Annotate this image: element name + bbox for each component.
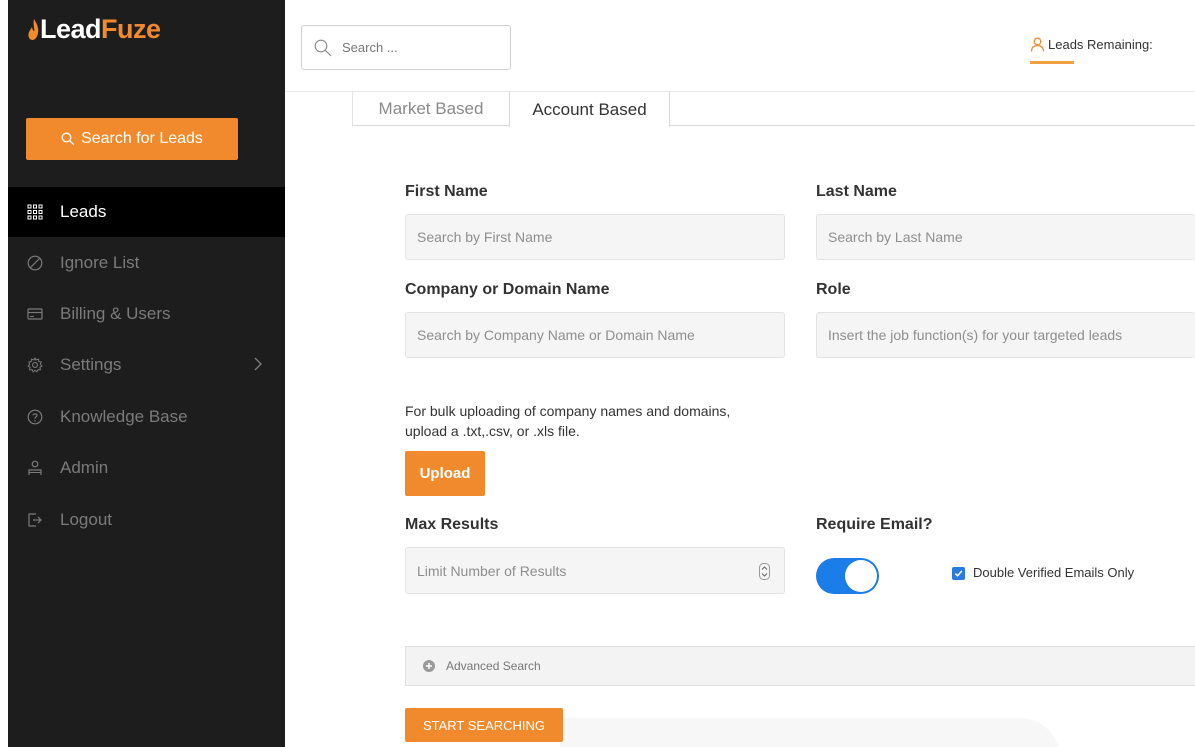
- background-panel: [560, 718, 1060, 747]
- last-name-label: Last Name: [816, 183, 897, 200]
- sidebar-item-label: Knowledge Base: [60, 407, 188, 426]
- search-type-tabs: Market Based Account Based: [352, 92, 1195, 127]
- search-for-leads-button[interactable]: Search for Leads: [26, 118, 238, 160]
- top-bar: Leads Remaining:: [285, 0, 1195, 92]
- sidebar-item-admin[interactable]: Admin: [8, 443, 285, 493]
- last-name-field[interactable]: [816, 214, 1195, 260]
- spinner-arrows-icon[interactable]: [759, 563, 770, 580]
- require-email-label: Require Email?: [816, 516, 933, 533]
- start-searching-button[interactable]: START SEARCHING: [405, 708, 563, 742]
- active-indicator: [1030, 61, 1074, 64]
- logo-fuze-text: Fuze: [101, 14, 161, 44]
- advanced-search-toggle[interactable]: Advanced Search: [405, 646, 1195, 686]
- global-search[interactable]: [301, 25, 511, 70]
- toggle-knob: [845, 560, 877, 592]
- company-domain-label: Company or Domain Name: [405, 281, 610, 298]
- sidebar-item-billing-users[interactable]: Billing & Users: [8, 289, 285, 339]
- upload-button[interactable]: Upload: [405, 451, 485, 496]
- double-verified-label[interactable]: Double Verified Emails Only: [973, 565, 1134, 580]
- plus-circle-icon: [423, 660, 435, 672]
- sidebar-item-label: Ignore List: [60, 253, 140, 272]
- double-verified-checkbox[interactable]: [952, 567, 965, 580]
- search-icon: [61, 132, 75, 146]
- logo-lead-text: Lead: [40, 14, 102, 44]
- max-results-stepper[interactable]: [405, 547, 785, 594]
- max-results-label: Max Results: [405, 516, 499, 533]
- first-name-field[interactable]: [405, 214, 785, 260]
- sidebar-item-label: Leads: [60, 202, 107, 221]
- gear-icon: [26, 356, 44, 374]
- search-icon: [314, 39, 332, 56]
- require-email-toggle[interactable]: [816, 558, 879, 594]
- sidebar-item-label: Logout: [60, 510, 112, 529]
- advanced-search-label: Advanced Search: [446, 659, 541, 673]
- chevron-right-icon: [254, 357, 262, 371]
- app-root: Lead Fuze Search for Leads Leads Ignore L…: [0, 0, 1195, 747]
- company-domain-field[interactable]: [405, 312, 785, 358]
- global-search-input[interactable]: [342, 40, 492, 55]
- admin-icon: [26, 459, 44, 477]
- sidebar-item-ignore-list[interactable]: Ignore List: [8, 238, 285, 288]
- ban-icon: [26, 254, 44, 272]
- logout-icon: [26, 511, 44, 529]
- card-icon: [26, 305, 44, 323]
- sidebar-item-logout[interactable]: Logout: [8, 495, 285, 545]
- user-icon: [1030, 37, 1045, 52]
- sidebar-item-label: Billing & Users: [60, 304, 171, 323]
- sidebar-item-settings[interactable]: Settings: [8, 340, 285, 390]
- leads-remaining[interactable]: Leads Remaining:: [1030, 37, 1153, 52]
- role-label: Role: [816, 281, 851, 298]
- tab-account-based[interactable]: Account Based: [509, 92, 670, 127]
- bulk-upload-instructions: For bulk uploading of company names and …: [405, 403, 731, 439]
- search-for-leads-label: Search for Leads: [81, 130, 203, 147]
- grid-icon: [26, 203, 44, 221]
- question-icon: [26, 408, 44, 426]
- tab-market-based[interactable]: Market Based: [352, 92, 509, 126]
- role-field[interactable]: [816, 312, 1195, 358]
- sidebar-item-knowledge-base[interactable]: Knowledge Base: [8, 392, 285, 442]
- sidebar: Lead Fuze Search for Leads Leads Ignore L…: [8, 0, 285, 747]
- max-results-input[interactable]: [417, 562, 737, 579]
- logo[interactable]: Lead Fuze: [28, 14, 161, 45]
- sidebar-item-label: Admin: [60, 458, 109, 477]
- flame-icon: [28, 19, 39, 40]
- check-icon: [954, 570, 963, 577]
- leads-remaining-label: Leads Remaining:: [1048, 37, 1153, 52]
- sidebar-item-label: Settings: [60, 355, 122, 374]
- first-name-label: First Name: [405, 183, 488, 200]
- sidebar-item-leads[interactable]: Leads: [8, 187, 285, 237]
